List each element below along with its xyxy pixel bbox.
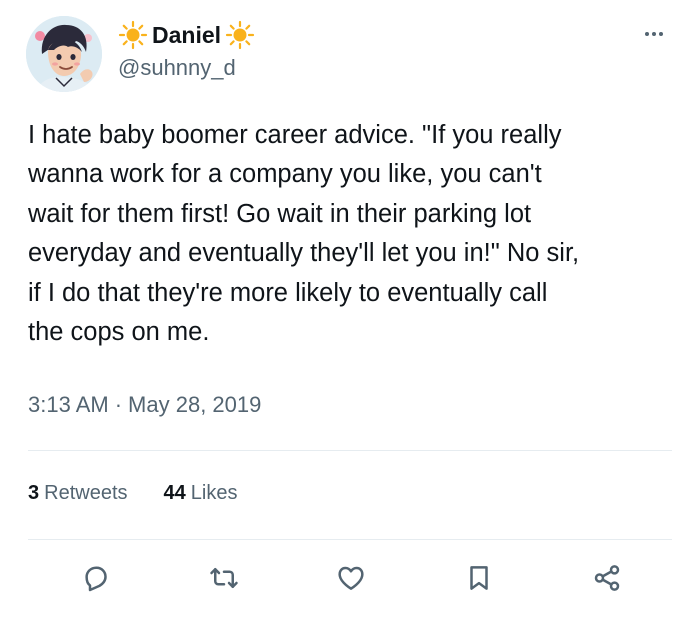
share-button[interactable] [589, 560, 625, 596]
more-options-button[interactable] [639, 22, 669, 46]
cartoon-avatar-icon [26, 16, 102, 92]
reply-icon [85, 566, 107, 592]
tweet-card: Daniel @suhnny_d I hate baby boomer care… [0, 0, 700, 618]
like-icon [338, 566, 364, 590]
display-name[interactable]: Daniel [152, 22, 221, 49]
more-dot [652, 32, 656, 36]
retweet-icon [210, 568, 238, 588]
timestamp-separator: · [114, 392, 123, 417]
user-handle[interactable]: @suhnny_d [118, 55, 236, 81]
avatar[interactable] [26, 16, 102, 92]
bookmark-button[interactable] [461, 560, 497, 596]
reply-button[interactable] [78, 560, 114, 596]
tweet-timestamp[interactable]: 3:13 AM · May 28, 2019 [28, 392, 261, 418]
more-horizontal-icon [645, 32, 649, 36]
tweet-text: I hate baby boomer career advice. "If yo… [28, 121, 580, 347]
retweet-button[interactable] [206, 560, 242, 596]
likes-count: 44 [163, 482, 186, 504]
tweet-actions [0, 560, 700, 600]
likes-label: Likes [190, 482, 238, 504]
retweets-count: 3 [28, 482, 40, 504]
divider [28, 539, 672, 540]
more-dot [659, 32, 663, 36]
like-button[interactable] [333, 560, 369, 596]
divider [28, 450, 672, 451]
share-icon [594, 565, 620, 591]
bookmark-icon [470, 566, 488, 590]
tweet-stats: 3 Retweets 44 Likes [28, 482, 237, 505]
sun-emoji-icon [225, 20, 255, 50]
retweets-label: Retweets [44, 482, 128, 504]
tweet-time[interactable]: 3:13 AM [28, 392, 109, 418]
display-name-row[interactable]: Daniel [118, 18, 255, 52]
sun-emoji-icon [118, 20, 148, 50]
tweet-date[interactable]: May 28, 2019 [128, 392, 261, 418]
likes-stat[interactable]: 44 Likes [164, 482, 238, 505]
retweets-stat[interactable]: 3 Retweets [28, 482, 128, 505]
